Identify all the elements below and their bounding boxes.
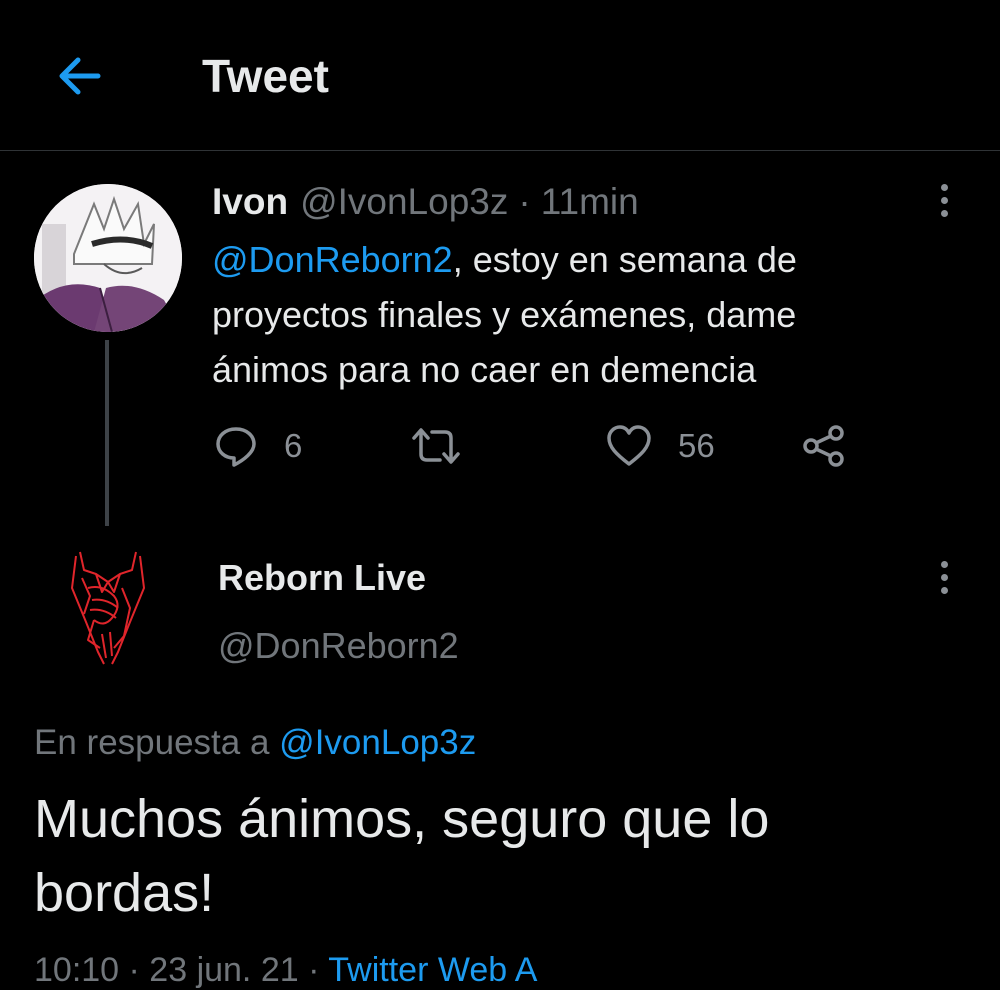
top-bar [0,0,1000,151]
tweet-timestamp: 10:10 · 23 jun. 21 · [34,951,320,989]
back-button[interactable] [48,48,108,104]
retweet-icon [412,428,460,464]
more-vertical-icon-dot [940,209,948,217]
reply-icon [216,427,256,467]
share-button[interactable] [800,418,848,474]
separator-dot: · [518,181,531,222]
tweet-client-link[interactable]: Twitter Web A [328,951,537,989]
avatar-ivon[interactable] [34,184,182,332]
avatar-reborn-logo[interactable] [62,548,154,670]
like-count: 56 [678,427,715,464]
reborn-logo-icon [71,551,145,665]
thread-connector [105,340,109,526]
avatar-ivon-image [34,184,182,332]
tweet-text: @DonReborn2, estoy en semana de proyecto… [212,232,912,397]
tweet-header: Ivon @IvonLop3z · 11min [212,180,639,224]
replying-to-handle[interactable]: @IvonLop3z [279,723,476,762]
reply-author-name[interactable]: Reborn Live [218,556,426,600]
more-options-button[interactable] [932,178,956,222]
arrow-left-icon [59,57,101,95]
share-icon [803,425,844,467]
more-vertical-icon-dot [940,573,948,581]
more-vertical-icon-dot [940,586,948,594]
reply-tweet-text: Muchos ánimos, seguro que lo bordas! [34,789,770,923]
author-handle[interactable]: @IvonLop3z [300,180,508,224]
page-title: Tweet [202,50,329,102]
tweet-meta-footer: 10:10 · 23 jun. 21 · Twitter Web A [34,950,537,990]
heart-icon [607,425,651,466]
more-vertical-icon-dot [940,196,948,204]
more-vertical-icon-dot [940,183,948,191]
reply-button[interactable]: 6 [214,418,302,474]
replying-to-line: En respuesta a @IvonLop3z [34,720,476,766]
mention-link[interactable]: @DonReborn2 [212,239,453,280]
replying-to-label: En respuesta a [34,723,270,762]
author-name[interactable]: Ivon [212,180,288,224]
like-button[interactable]: 56 [606,418,715,474]
reply-count: 6 [284,427,303,464]
tweet-time[interactable]: 11min [541,180,639,224]
reply-more-options-button[interactable] [932,555,956,599]
retweet-button[interactable] [410,418,462,474]
more-vertical-icon-dot [940,560,948,568]
reply-author-handle[interactable]: @DonReborn2 [218,624,459,668]
